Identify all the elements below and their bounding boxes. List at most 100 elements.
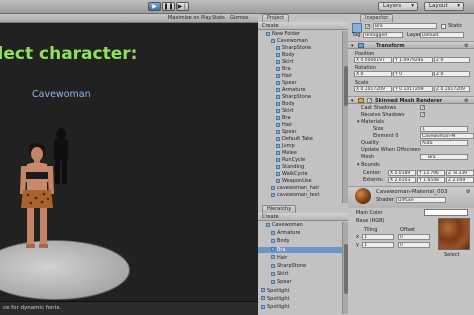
project-item[interactable]: Body <box>258 101 342 107</box>
hierarchy-item[interactable]: Cavewoman <box>258 222 342 228</box>
step-button[interactable]: ▶❘ <box>176 2 189 11</box>
project-item[interactable]: cavewoman_hair <box>258 185 342 191</box>
project-item[interactable]: Spear <box>258 80 342 86</box>
project-item[interactable]: Bra <box>258 115 342 121</box>
project-item[interactable]: SharpStone <box>258 94 342 100</box>
transform-header[interactable]: ▾ Transform ⚙ <box>348 41 474 49</box>
project-item[interactable]: Default Take <box>258 136 342 142</box>
active-checkbox[interactable]: ✓ <box>365 24 370 30</box>
project-item[interactable]: Standing <box>258 164 342 170</box>
project-item[interactable]: Melee <box>258 150 342 156</box>
hierarchy-item[interactable]: Spotlight <box>258 304 342 310</box>
scale-y-field[interactable]: Y 0.1017209 <box>393 86 433 92</box>
hierarchy-item[interactable]: Skirt <box>258 271 342 277</box>
hierarchy-item[interactable]: Hair <box>258 255 342 261</box>
project-item[interactable]: Jump <box>258 143 342 149</box>
hierarchy-item[interactable]: Body <box>258 238 342 244</box>
project-item[interactable]: WalkCycle <box>258 171 342 177</box>
materials-size-field[interactable]: 1 <box>420 126 468 132</box>
skinned-mesh-renderer-header[interactable]: ▾ ✓ Skinned Mesh Renderer ⚙ <box>348 96 474 104</box>
maximize-on-play-toggle[interactable]: Maximize on Play <box>168 15 212 22</box>
project-item[interactable]: Bra <box>258 66 342 72</box>
project-item[interactable]: Spear <box>258 129 342 135</box>
offset-x-field[interactable]: 0 <box>398 234 430 240</box>
tiling-y-field[interactable]: 1 <box>362 242 394 248</box>
center-x-field[interactable]: X 0.0189 <box>388 170 416 176</box>
hierarchy-item-label: Skirt <box>277 271 289 278</box>
gear-icon[interactable]: ⚙ <box>464 98 468 104</box>
layers-dropdown[interactable]: Layers ▾ <box>378 2 418 11</box>
hierarchy-item-label: Spotlight <box>267 295 290 302</box>
position-y-field[interactable]: Y 1.097924e <box>393 57 433 63</box>
scale-z-field[interactable]: Z 0.1017209 <box>434 86 470 92</box>
offset-y-field[interactable]: 0 <box>398 242 430 248</box>
console-status-bar[interactable]: ce for dynamic fonts. <box>0 301 258 315</box>
extents-y-field[interactable]: Y 1.6548 <box>417 177 445 183</box>
hierarchy-item[interactable]: Bra <box>258 246 342 253</box>
stats-toggle[interactable]: Stats <box>212 15 225 22</box>
object-name-field[interactable]: Bra <box>373 23 437 29</box>
scale-x-field[interactable]: X 0.1017209 <box>354 86 392 92</box>
hierarchy-item[interactable]: Spotlight <box>258 296 342 302</box>
position-z-field[interactable]: Z 0 <box>434 57 470 63</box>
texture-select-button[interactable]: Select <box>444 252 459 258</box>
gear-icon[interactable]: ⚙ <box>466 189 470 195</box>
gear-icon[interactable]: ⚙ <box>464 43 468 49</box>
rotation-z-field[interactable]: Z 0 <box>434 71 470 77</box>
receive-shadows-checkbox[interactable]: ✓ <box>420 112 425 118</box>
materials-foldout[interactable]: ▾ Materials <box>357 119 384 125</box>
element-0-field[interactable]: Cavewoman-M <box>420 133 474 139</box>
project-item-label: Spear <box>282 80 297 86</box>
shader-dropdown[interactable]: Diffuse <box>396 197 446 203</box>
layout-dropdown[interactable]: Layout ▾ <box>424 2 464 11</box>
layer-dropdown[interactable]: Default <box>420 32 464 38</box>
tag-dropdown[interactable]: Untagged <box>363 32 403 38</box>
tab-project[interactable]: Project <box>262 14 290 22</box>
mesh-field[interactable]: Bra <box>420 154 468 160</box>
renderer-enabled-checkbox[interactable]: ✓ <box>367 98 372 104</box>
center-z-field[interactable]: Z -8.339 <box>446 170 474 176</box>
project-item[interactable]: Cavewoman <box>258 38 342 44</box>
position-x-field[interactable]: X 0.0006197 <box>354 57 392 63</box>
cavewoman-character-model <box>20 143 54 248</box>
rotation-y-field[interactable]: Y 0 <box>393 71 433 77</box>
tiling-x-field[interactable]: 1 <box>362 234 394 240</box>
project-item-label: WeaponUse <box>282 178 312 184</box>
pause-button[interactable]: ❚❚ <box>162 2 175 11</box>
play-button[interactable]: ▶ <box>148 2 161 11</box>
extents-x-field[interactable]: X 2.0103 <box>388 177 416 183</box>
hierarchy-item[interactable]: Spotlight <box>258 288 342 294</box>
hierarchy-item[interactable]: SharpStone <box>258 263 342 269</box>
project-item[interactable]: WeaponUse <box>258 178 342 184</box>
asset-icon <box>271 238 275 243</box>
base-texture-thumbnail[interactable] <box>438 218 470 250</box>
main-color-swatch[interactable] <box>424 209 468 216</box>
bounds-foldout[interactable]: ▾ Bounds <box>357 162 380 168</box>
rotation-x-field[interactable]: X 0 <box>354 71 392 77</box>
game-view[interactable]: Maximize on Play Stats Gizmos elect char… <box>0 14 258 315</box>
project-item[interactable]: Body <box>258 52 342 58</box>
project-item[interactable]: cavewoman_text <box>258 192 342 198</box>
project-item[interactable]: New Folder <box>258 31 342 37</box>
project-item[interactable]: Armature <box>258 87 342 93</box>
project-item-label: Body <box>282 52 295 58</box>
extents-z-field[interactable]: Z 2.049 <box>446 177 474 183</box>
project-item[interactable]: SharpStone <box>258 45 342 51</box>
hierarchy-item[interactable]: Armature <box>258 230 342 236</box>
project-item[interactable]: Skirt <box>258 59 342 65</box>
project-item[interactable]: Hair <box>258 122 342 128</box>
project-item[interactable]: Skirt <box>258 108 342 114</box>
tab-hierarchy[interactable]: Hierarchy <box>262 205 297 213</box>
project-item[interactable]: Hair <box>258 73 342 79</box>
hierarchy-create-button[interactable]: Create <box>262 214 279 220</box>
project-item[interactable]: RunCycle <box>258 157 342 163</box>
gizmos-dropdown[interactable]: Gizmos <box>230 15 248 22</box>
static-checkbox[interactable] <box>441 24 446 29</box>
project-create-button[interactable]: Create <box>262 23 279 29</box>
hierarchy-item[interactable]: Spear <box>258 279 342 285</box>
tab-inspector[interactable]: Inspector <box>360 14 394 22</box>
hierarchy-toolbar: Create <box>258 213 348 221</box>
center-y-field[interactable]: Y 13.796 <box>417 170 445 176</box>
quality-dropdown[interactable]: Auto <box>420 140 468 146</box>
cast-shadows-checkbox[interactable]: ✓ <box>420 105 425 111</box>
